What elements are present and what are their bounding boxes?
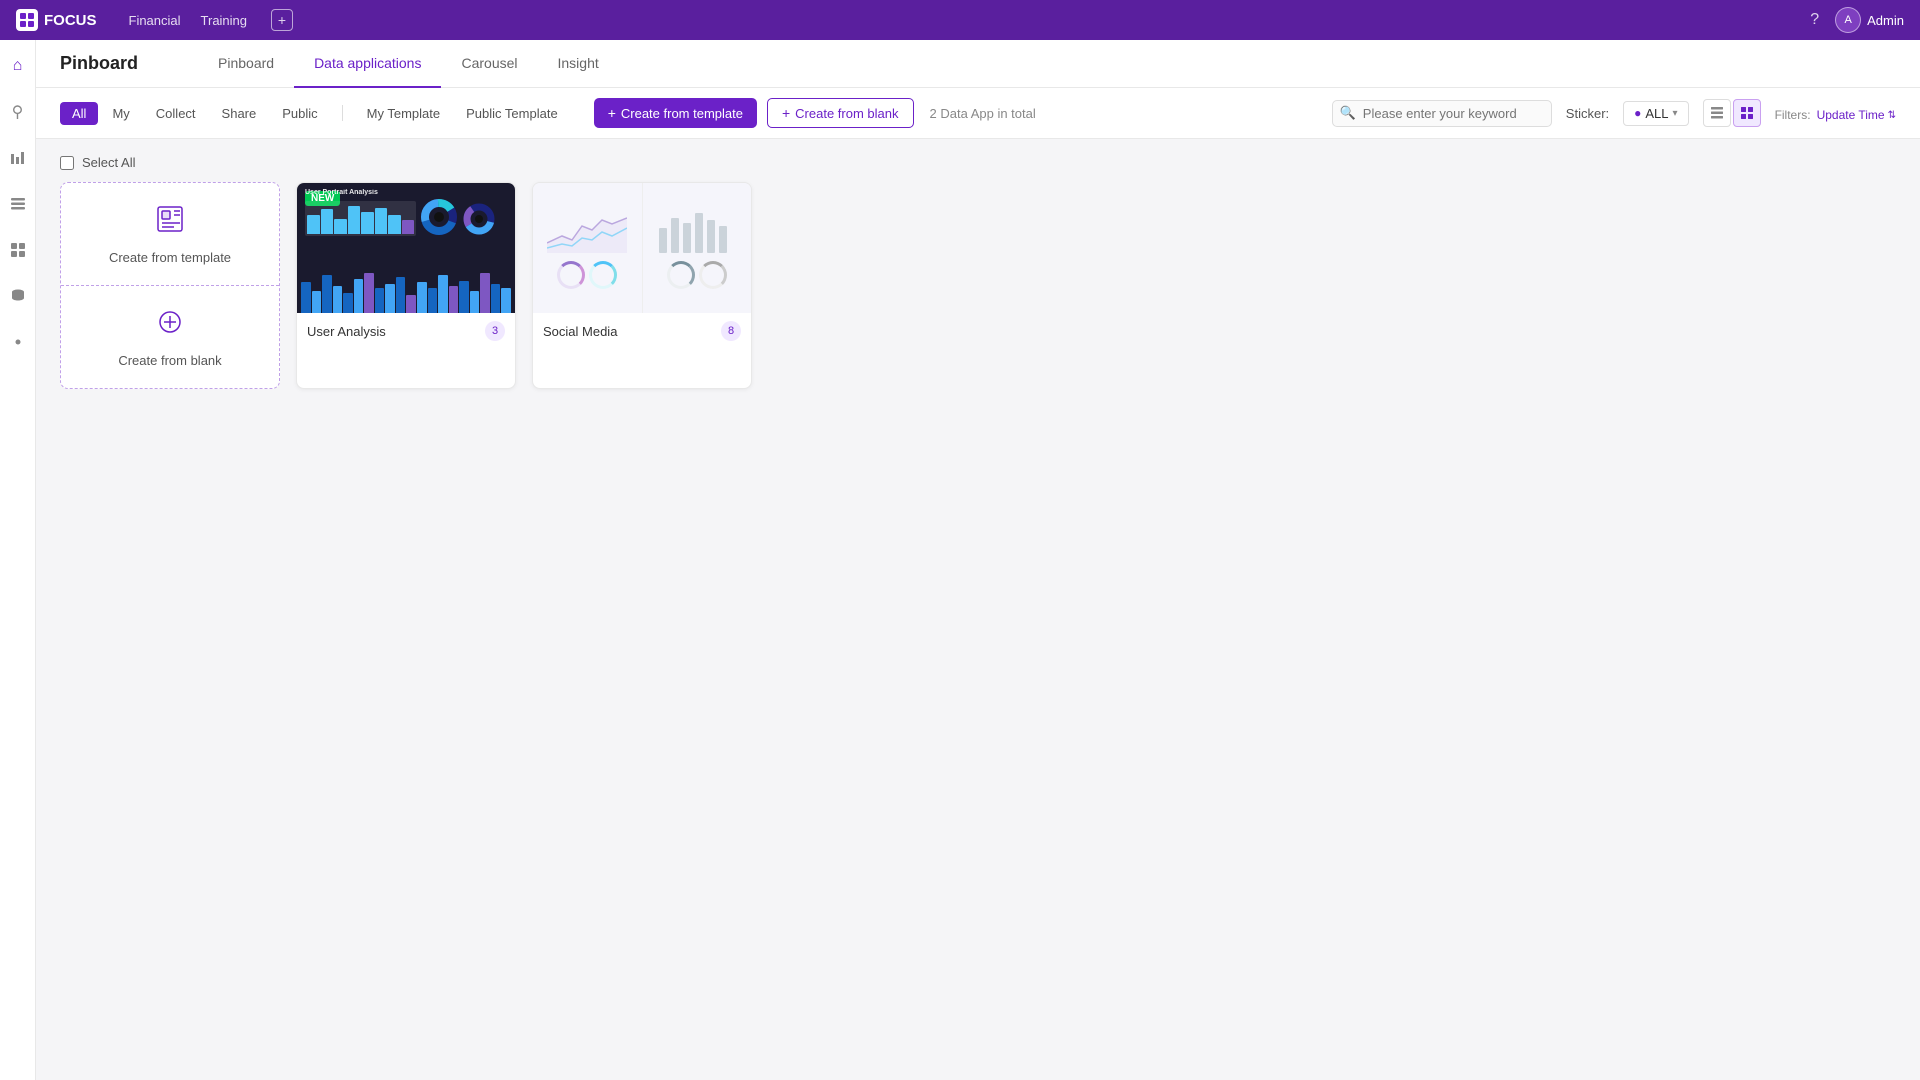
mini-circle-4 (699, 261, 727, 289)
topnav: FOCUS Financial Training + ? A Admin (0, 0, 1920, 40)
social-left-panel (533, 183, 643, 313)
tab-insight[interactable]: Insight (538, 40, 619, 88)
select-all-checkbox[interactable] (60, 156, 74, 170)
plus-icon: + (608, 105, 616, 121)
user-menu[interactable]: A Admin (1835, 7, 1904, 33)
search-wrap: 🔍 (1332, 100, 1552, 127)
search-icon: 🔍 (1340, 105, 1356, 121)
create-from-template-card[interactable]: Create from template (61, 183, 279, 286)
social-media-name: Social Media (543, 324, 617, 339)
tab-pinboard[interactable]: Pinboard (198, 40, 294, 88)
app-logo[interactable]: FOCUS (16, 9, 97, 31)
search-input[interactable] (1332, 100, 1552, 127)
create-from-template-button[interactable]: + Create from template (594, 98, 757, 128)
filter-chip-update-time[interactable]: Update Time ⇅ (1817, 108, 1896, 122)
app-card-user-analysis[interactable]: NEW User Portrait Analysis (296, 182, 516, 389)
cards-grid: Create from template Create from blank (60, 182, 1896, 389)
create-from-blank-label: Create from blank (118, 353, 221, 368)
topnav-links: Financial Training (129, 13, 248, 28)
user-analysis-footer: User Analysis 3 (297, 313, 515, 349)
sidebar-item-list[interactable] (4, 190, 32, 218)
tab-data-applications[interactable]: Data applications (294, 40, 441, 88)
user-analysis-thumb: NEW User Portrait Analysis (297, 183, 515, 313)
social-right-panel (643, 183, 752, 313)
sidebar-item-chart[interactable] (4, 144, 32, 172)
user-analysis-count: 3 (485, 321, 505, 341)
page-title: Pinboard (60, 40, 138, 88)
tab-nav: Pinboard Data applications Carousel Insi… (198, 40, 619, 87)
filters-bar: Filters: Update Time ⇅ (1775, 108, 1896, 122)
logo-icon (16, 9, 38, 31)
sticker-label: Sticker: (1566, 106, 1609, 121)
filter-tabs: All My Collect Share Public My Template … (60, 102, 570, 125)
social-media-thumb (533, 183, 751, 313)
create-from-blank-card[interactable]: Create from blank (61, 286, 279, 388)
sidebar-item-search[interactable]: ⚲ (4, 98, 32, 126)
filter-tab-my-template[interactable]: My Template (355, 102, 452, 125)
sticker-select[interactable]: ● ALL ▾ (1623, 101, 1688, 126)
social-media-footer: Social Media 8 (533, 313, 751, 349)
mini-circle-3 (667, 261, 695, 289)
filter-tab-share[interactable]: Share (210, 102, 269, 125)
list-view-button[interactable] (1703, 99, 1731, 127)
tab-carousel[interactable]: Carousel (441, 40, 537, 88)
content-area: Pinboard Pinboard Data applications Caro… (36, 40, 1920, 1080)
user-name: Admin (1867, 13, 1904, 28)
blank-card-icon (154, 306, 186, 345)
plus-icon-blank: + (782, 105, 790, 121)
nav-training[interactable]: Training (201, 13, 247, 28)
select-all-row: Select All (60, 155, 1896, 170)
body-area: Select All (36, 139, 1920, 1080)
social-thumb-wrap (533, 183, 751, 313)
sort-icon: ⇅ (1888, 110, 1896, 121)
grid-view-button[interactable] (1733, 99, 1761, 127)
sub-header: All My Collect Share Public My Template … (36, 88, 1920, 139)
create-buttons: + Create from template + Create from bla… (594, 98, 914, 128)
topnav-right: ? A Admin (1810, 7, 1904, 33)
sidebar-item-home[interactable]: ⌂ (4, 52, 32, 80)
filter-tab-public-template[interactable]: Public Template (454, 102, 570, 125)
filter-divider (342, 105, 343, 121)
filter-tab-all[interactable]: All (60, 102, 98, 125)
count-info: 2 Data App in total (930, 106, 1036, 121)
sidebar-item-grid[interactable] (4, 236, 32, 264)
sidebar-item-settings[interactable] (4, 328, 32, 356)
app-card-social-media[interactable]: Social Media 8 (532, 182, 752, 389)
toolbar-right: 🔍 Sticker: ● ALL ▾ (1332, 99, 1896, 127)
filters-label: Filters: (1775, 108, 1811, 122)
create-from-blank-button[interactable]: + Create from blank (767, 98, 914, 128)
social-media-count: 8 (721, 321, 741, 341)
mini-circle-1 (557, 261, 585, 289)
create-from-template-label: Create from template (109, 250, 231, 265)
nav-financial[interactable]: Financial (129, 13, 181, 28)
filter-tab-collect[interactable]: Collect (144, 102, 208, 125)
select-all-label[interactable]: Select All (82, 155, 135, 170)
filter-tab-my[interactable]: My (100, 102, 141, 125)
sidebar: ⌂ ⚲ (0, 40, 36, 1080)
avatar: A (1835, 7, 1861, 33)
mini-circle-2 (589, 261, 617, 289)
sidebar-item-database[interactable] (4, 282, 32, 310)
add-nav-button[interactable]: + (271, 9, 293, 31)
chevron-down-icon: ▾ (1673, 108, 1678, 119)
app-name: FOCUS (44, 12, 97, 29)
main-layout: ⌂ ⚲ (0, 40, 1920, 1080)
filter-tab-public[interactable]: Public (270, 102, 329, 125)
help-icon[interactable]: ? (1810, 11, 1819, 29)
page-header: Pinboard Pinboard Data applications Caro… (36, 40, 1920, 88)
dark-chart: User Portrait Analysis (297, 183, 515, 313)
template-card-icon (154, 203, 186, 242)
view-toggles (1703, 99, 1761, 127)
user-analysis-name: User Analysis (307, 324, 386, 339)
create-card: Create from template Create from blank (60, 182, 280, 389)
